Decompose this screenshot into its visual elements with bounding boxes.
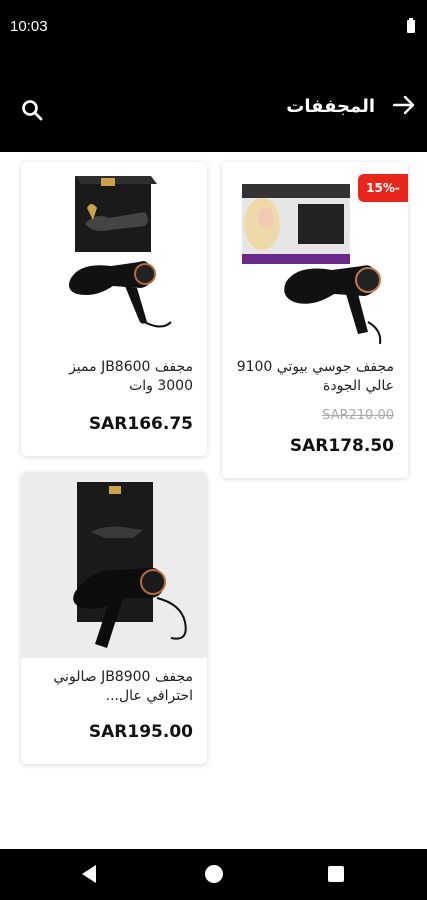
product-card-jossy[interactable]: 15%- مجفف جوسي بيوتي 9100 عالي الجودة SA… [222,162,408,478]
status-bar: 10:03 [0,0,427,56]
product-price: SAR178.50 [289,436,394,456]
product-old-price: SAR210.00 [322,408,394,423]
back-arrow-icon[interactable] [391,92,417,118]
nav-home-icon[interactable] [205,865,223,883]
product-image [21,162,207,348]
product-image [21,472,207,658]
product-price: SAR166.75 [88,414,193,434]
app-bar: المجففات [0,56,427,152]
product-price: SAR195.00 [88,722,193,742]
product-card-jb8600[interactable]: مجفف JB8600 مميز 3000 وات SAR166.75 [21,162,207,456]
product-name: مجفف JB8600 مميز 3000 وات [69,359,193,394]
system-nav-bar [0,849,427,900]
product-grid: مجفف JB8600 مميز 3000 وات SAR166.75 15%- [0,152,427,849]
product-name: مجفف جوسي بيوتي 9100 عالي الجودة [236,359,394,394]
nav-recents-icon[interactable] [328,866,344,882]
page-title: المجففات [286,96,375,117]
search-icon[interactable] [20,98,46,124]
product-card-jb8900[interactable]: مجفف JB8900 صالوني احترافي عال... SAR195… [21,472,207,764]
battery-icon [407,18,415,33]
discount-badge: 15%- [358,174,408,202]
status-time: 10:03 [10,18,48,35]
nav-back-icon[interactable] [82,865,96,883]
product-name: مجفف JB8900 صالوني احترافي عال... [53,669,193,704]
